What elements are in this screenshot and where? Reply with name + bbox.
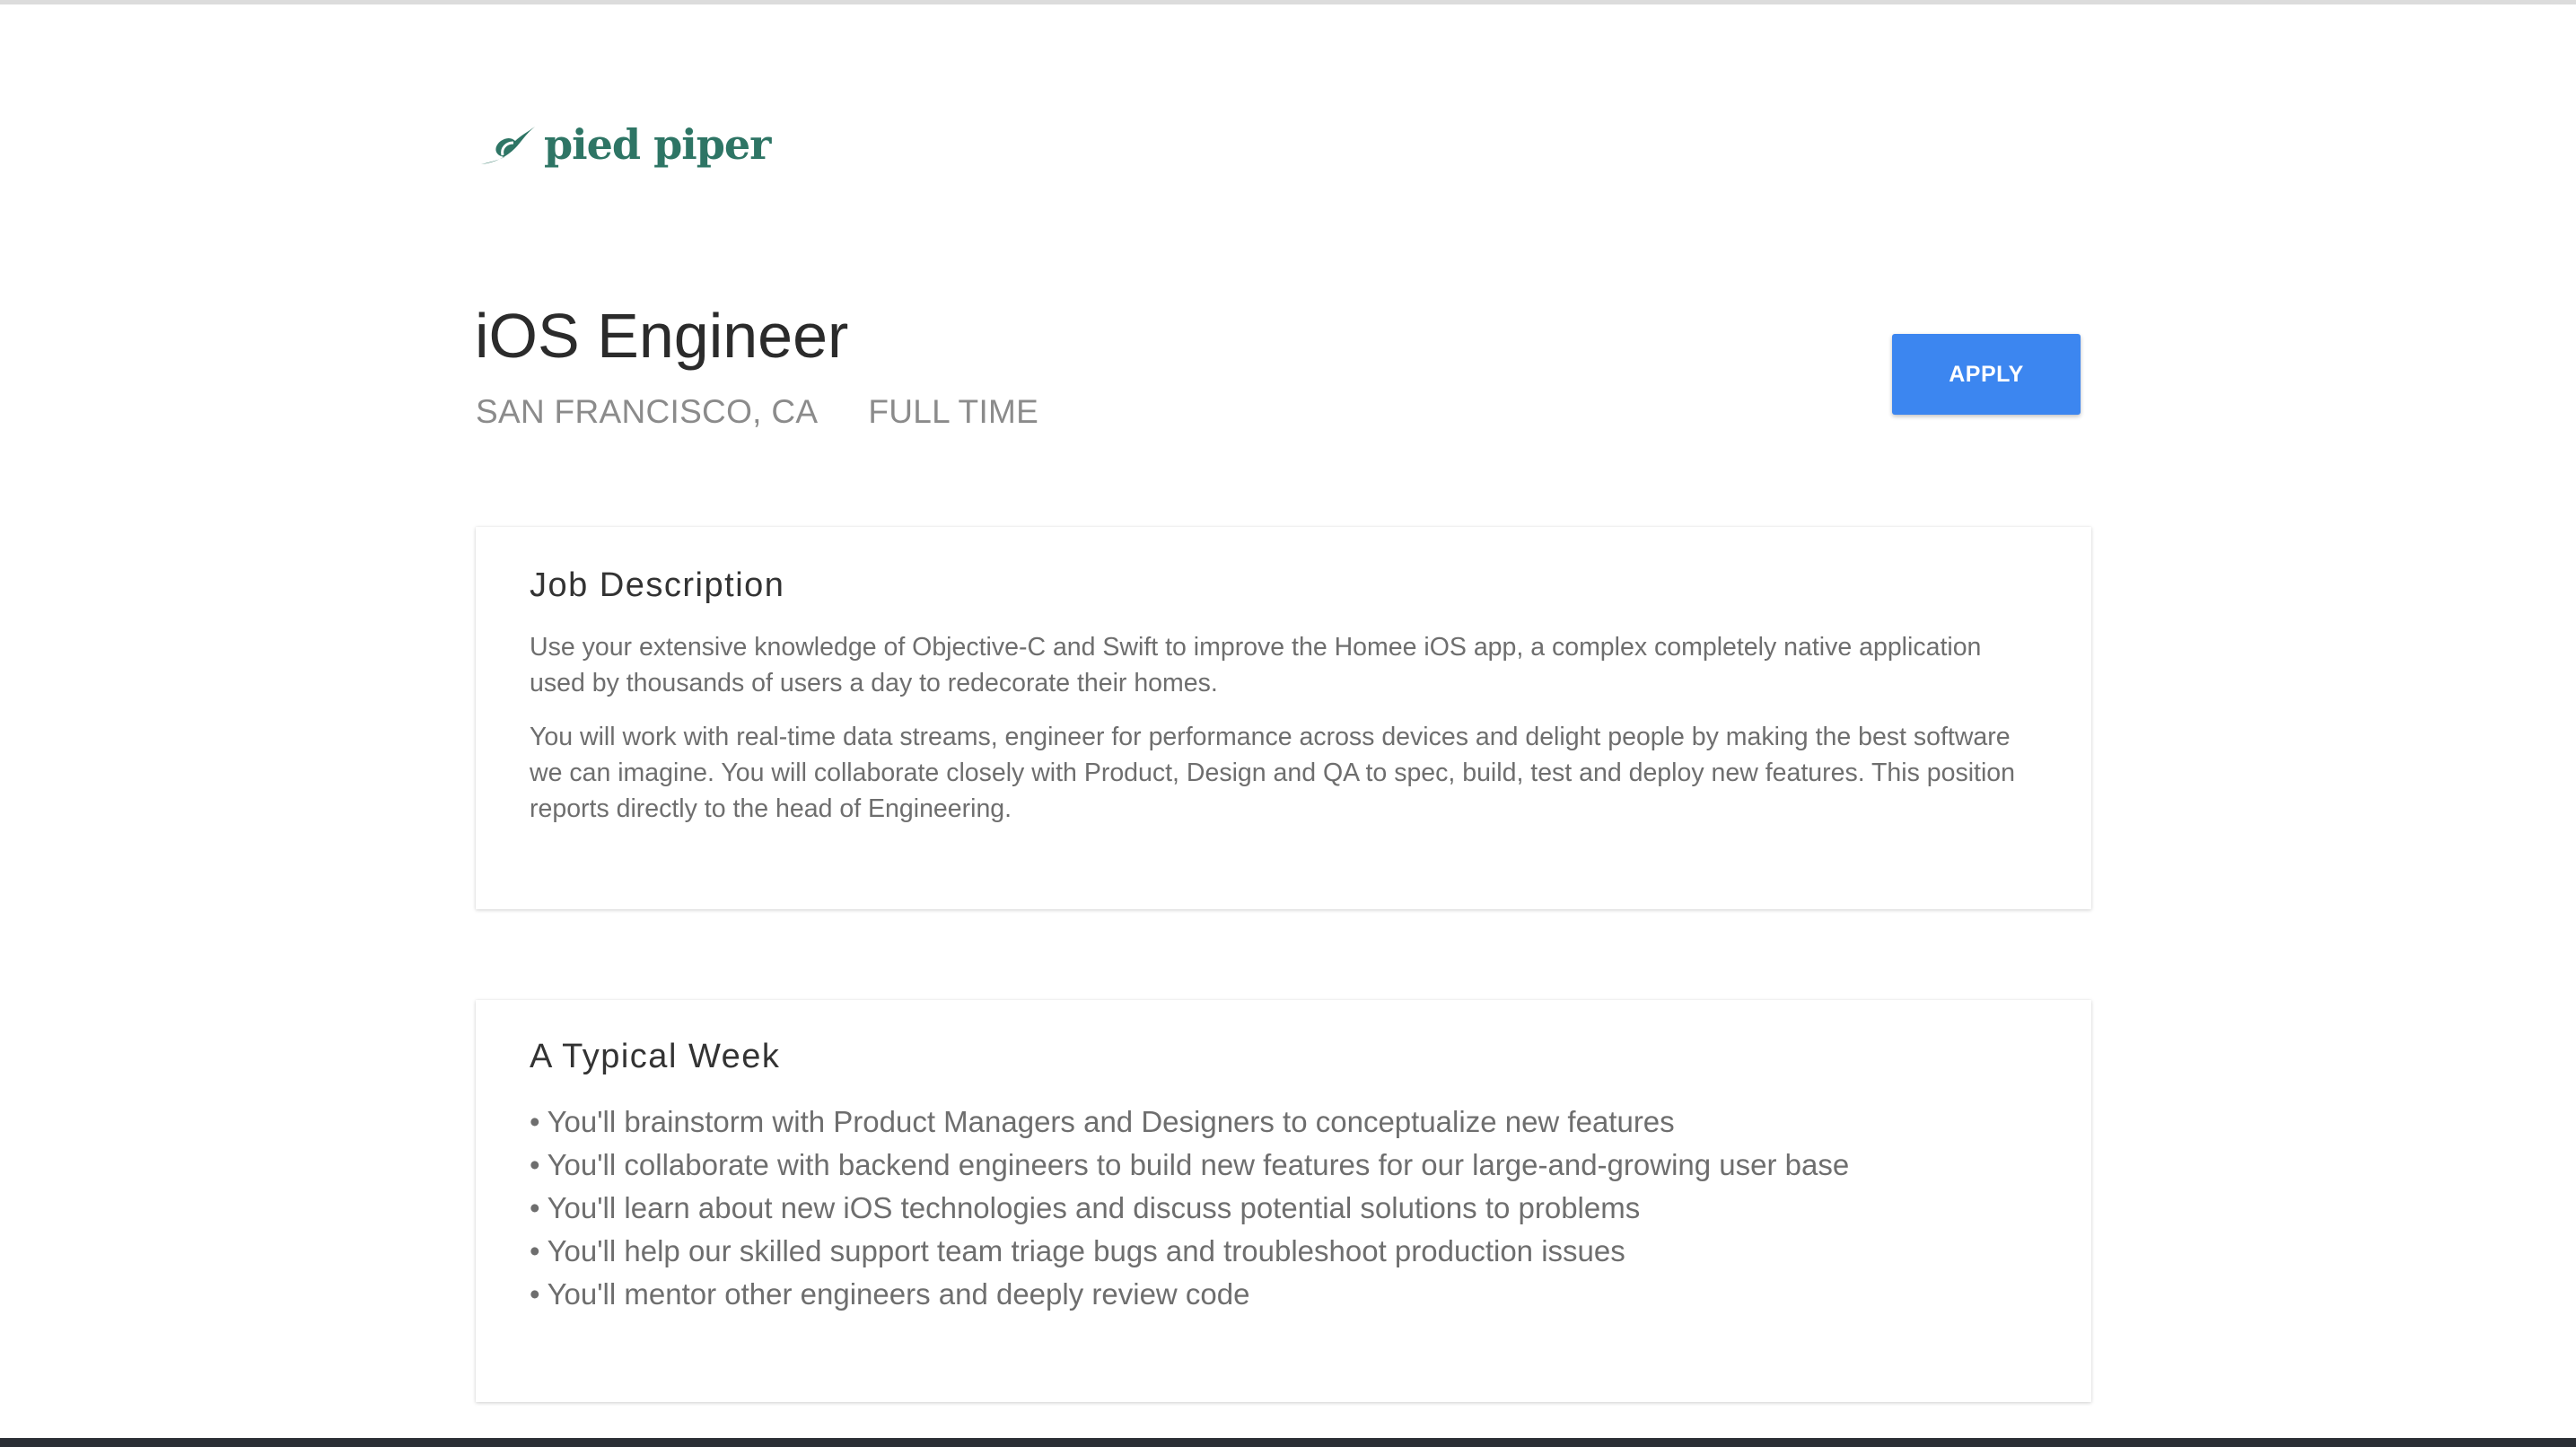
leaf-logo-icon: [481, 127, 535, 164]
bottom-edge-bar: [0, 1438, 2576, 1447]
job-description-paragraph: You will work with real-time data stream…: [530, 723, 2016, 823]
bullet-icon: •: [530, 1105, 540, 1138]
bullet-icon: •: [530, 1148, 540, 1181]
top-divider: [0, 0, 2576, 4]
job-description-card: Job Description Use your extensive knowl…: [476, 527, 2091, 909]
list-item: • You'll collaborate with backend enginee…: [530, 1144, 2037, 1187]
list-item: • You'll learn about new iOS technologies…: [530, 1187, 2037, 1230]
list-item-text: You'll brainstorm with Product Managers …: [547, 1105, 1675, 1138]
typical-week-list: • You'll brainstorm with Product Managers…: [530, 1101, 2037, 1316]
job-description-paragraph: Use your extensive knowledge of Objectiv…: [530, 633, 1982, 697]
list-item-text: You'll mentor other engineers and deeply…: [547, 1277, 1250, 1311]
job-posting-page: pied piper iOS Engineer SAN FRANCISCO, C…: [0, 0, 2576, 1447]
job-meta: SAN FRANCISCO, CA FULL TIME: [476, 393, 1038, 431]
bullet-icon: •: [530, 1234, 540, 1267]
list-item: • You'll mentor other engineers and deepl…: [530, 1273, 2037, 1316]
brand-logo[interactable]: pied piper: [479, 120, 771, 169]
list-item-text: You'll collaborate with backend engineer…: [547, 1148, 1850, 1181]
typical-week-card: A Typical Week • You'll brainstorm with P…: [476, 1000, 2091, 1402]
list-item-text: You'll help our skilled support team tri…: [547, 1234, 1625, 1267]
job-description-heading: Job Description: [530, 566, 785, 604]
apply-button[interactable]: APPLY: [1892, 334, 2081, 415]
job-type: FULL TIME: [868, 393, 1039, 430]
list-item: • You'll help our skilled support team tr…: [530, 1230, 2037, 1273]
job-location: SAN FRANCISCO, CA: [476, 393, 819, 430]
typical-week-heading: A Typical Week: [530, 1038, 781, 1075]
list-item-text: You'll learn about new iOS technologies …: [547, 1191, 1641, 1224]
brand-name: pied piper: [544, 120, 771, 169]
job-title: iOS Engineer: [475, 301, 849, 371]
bullet-icon: •: [530, 1277, 540, 1311]
list-item: • You'll brainstorm with Product Managers…: [530, 1101, 2037, 1144]
bullet-icon: •: [530, 1191, 540, 1224]
